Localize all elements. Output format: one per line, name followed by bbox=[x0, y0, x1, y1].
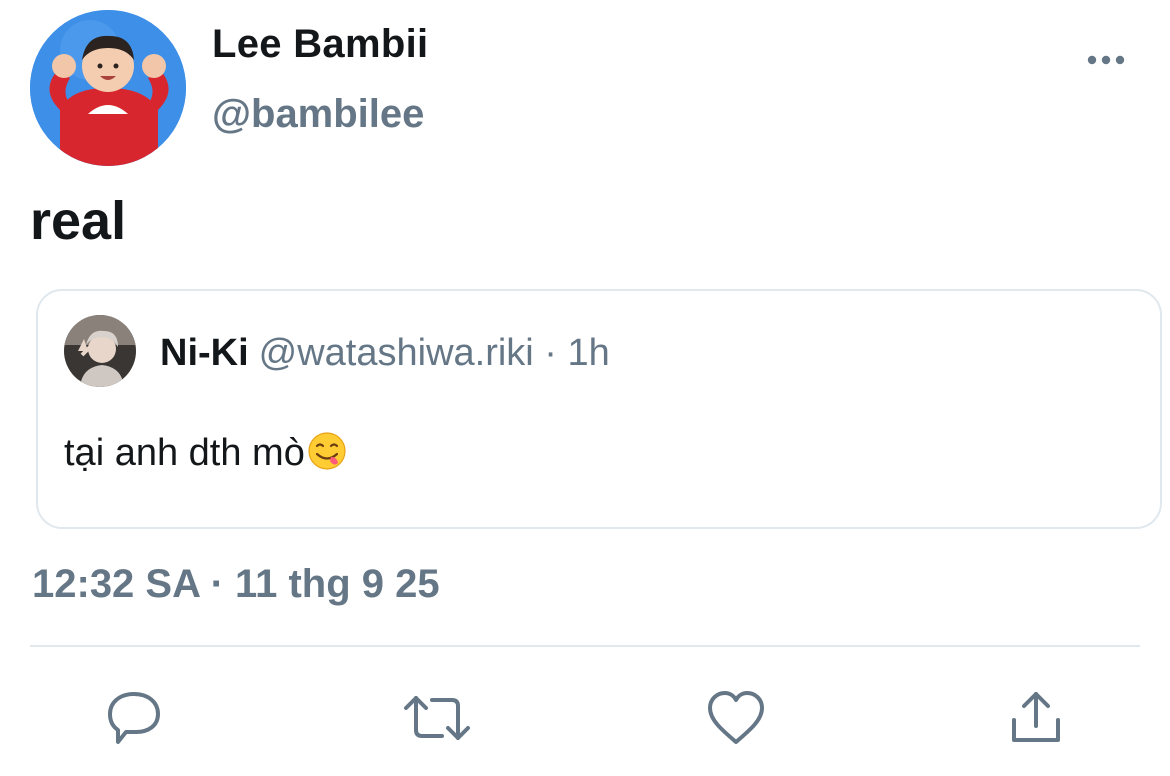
yum-face-emoji-icon bbox=[307, 431, 347, 481]
author-avatar[interactable] bbox=[30, 10, 186, 166]
reply-button[interactable] bbox=[104, 688, 164, 748]
divider bbox=[30, 645, 1140, 647]
more-dots-icon bbox=[1087, 55, 1125, 65]
quoted-avatar-image bbox=[64, 315, 136, 387]
quoted-display-name[interactable]: Ni-Ki bbox=[160, 332, 249, 374]
tweet-text: real bbox=[30, 191, 127, 251]
like-button[interactable] bbox=[704, 688, 764, 748]
heart-icon bbox=[708, 691, 764, 744]
quoted-time: 1h bbox=[567, 332, 610, 374]
share-button[interactable] bbox=[1006, 688, 1066, 748]
retweet-icon bbox=[404, 696, 470, 740]
author-handle[interactable]: @bambilee bbox=[212, 92, 424, 137]
tweet-timestamp[interactable]: 12:32 SA · 11 thg 9 25 bbox=[32, 562, 440, 607]
quoted-tweet-text-body: tại anh dth mò bbox=[64, 432, 305, 474]
quoted-separator: · bbox=[533, 332, 568, 374]
quoted-tweet-card[interactable]: Ni-Ki @watashiwa.riki · 1h tại anh dth mò bbox=[36, 289, 1162, 529]
quoted-handle[interactable]: @watashiwa.riki bbox=[259, 332, 534, 374]
reply-icon bbox=[108, 692, 160, 744]
avatar-image bbox=[30, 10, 186, 166]
quoted-tweet-header: Ni-Ki @watashiwa.riki · 1h bbox=[160, 329, 610, 377]
quoted-author-avatar[interactable] bbox=[64, 315, 136, 387]
share-icon bbox=[1012, 692, 1060, 742]
quoted-tweet-text: tại anh dth mò bbox=[64, 431, 347, 481]
more-options-button[interactable] bbox=[1082, 46, 1130, 74]
retweet-button[interactable] bbox=[402, 688, 470, 748]
author-display-name[interactable]: Lee Bambii bbox=[212, 22, 428, 67]
